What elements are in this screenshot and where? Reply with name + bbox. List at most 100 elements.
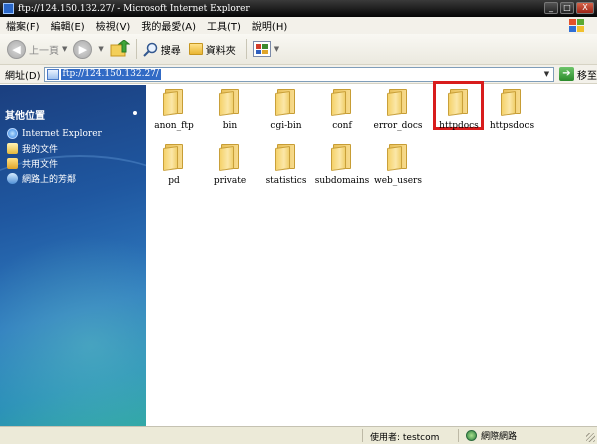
folder-label: pd bbox=[168, 176, 180, 186]
back-dropdown-icon[interactable]: ▼ bbox=[62, 45, 67, 53]
folder-label: private bbox=[213, 176, 247, 186]
status-bar: 使用者: testcom 網際網路 bbox=[0, 426, 597, 444]
maximize-button[interactable]: □ bbox=[560, 2, 574, 14]
folder-item-private[interactable]: private bbox=[202, 144, 258, 192]
go-button-label: 移至 bbox=[577, 70, 597, 82]
sidebar-item-label: 我的文件 bbox=[22, 145, 59, 155]
folder-item-cgi-bin[interactable]: cgi-bin bbox=[258, 89, 314, 137]
address-label: 網址(D) bbox=[5, 70, 41, 82]
folder-icon bbox=[163, 144, 185, 172]
folders-button[interactable]: 資料夾 bbox=[188, 42, 236, 57]
folder-label: cgi-bin bbox=[270, 121, 302, 131]
folder-icon bbox=[188, 43, 203, 55]
views-icon bbox=[252, 41, 271, 57]
folder-icon bbox=[275, 89, 297, 117]
folder-icon bbox=[387, 89, 409, 117]
folder-icon bbox=[331, 144, 353, 172]
folder-label: httpsdocs bbox=[489, 121, 535, 131]
folder-icon bbox=[219, 89, 241, 117]
folder-label: httpdocs bbox=[439, 121, 479, 131]
address-bar: 網址(D) ftp://124.150.132.27/ ▼ ➔ 移至 bbox=[0, 65, 597, 84]
folder-label: subdomains bbox=[314, 176, 370, 186]
views-button[interactable]: ▼ bbox=[252, 41, 280, 57]
menu-view[interactable]: 檢視(V) bbox=[96, 18, 131, 33]
folder-item-conf[interactable]: conf bbox=[314, 89, 370, 137]
forward-button[interactable]: ▶ ▼ bbox=[73, 39, 104, 59]
collapse-dot-icon[interactable] bbox=[133, 111, 137, 115]
folder-icon bbox=[448, 89, 470, 117]
sidebar-item-label: Internet Explorer bbox=[22, 128, 102, 139]
resize-grip[interactable] bbox=[586, 433, 595, 442]
folder-view: anon_ftp bin cgi-bin conf error_docs htt… bbox=[146, 81, 597, 426]
toolbar-separator bbox=[135, 39, 137, 59]
back-arrow-icon: ◀ bbox=[7, 39, 26, 59]
folder-label: web_users bbox=[374, 176, 422, 186]
search-icon bbox=[143, 42, 158, 57]
folder-item-web-users[interactable]: web_users bbox=[370, 144, 426, 192]
folder-item-subdomains[interactable]: subdomains bbox=[314, 144, 370, 192]
sidebar-item-label: 網路上的芳鄰 bbox=[22, 175, 77, 185]
search-button[interactable]: 搜尋 bbox=[143, 42, 181, 57]
windows-logo-icon bbox=[567, 17, 587, 33]
menu-file[interactable]: 檔案(F) bbox=[6, 18, 40, 33]
folder-item-httpsdocs[interactable]: httpsdocs bbox=[484, 89, 540, 137]
folders-button-label: 資料夾 bbox=[205, 45, 236, 57]
ftp-site-icon bbox=[46, 68, 59, 80]
go-button[interactable]: ➔ 移至 bbox=[559, 67, 597, 82]
address-value[interactable]: ftp://124.150.132.27/ bbox=[60, 68, 161, 80]
folder-icon bbox=[387, 144, 409, 172]
forward-dropdown-icon[interactable]: ▼ bbox=[98, 45, 103, 53]
other-places-list: Internet Explorer 我的文件 共用文件 網路上的芳鄰 bbox=[7, 126, 102, 186]
go-arrow-icon: ➔ bbox=[559, 67, 574, 81]
folder-icon bbox=[219, 144, 241, 172]
views-dropdown-icon: ▼ bbox=[273, 45, 280, 53]
sidebar-item-network-places[interactable]: 網路上的芳鄰 bbox=[7, 171, 102, 186]
sidebar-item-internet-explorer[interactable]: Internet Explorer bbox=[7, 126, 102, 141]
close-button[interactable]: X bbox=[576, 2, 594, 14]
folder-item-error-docs[interactable]: error_docs bbox=[370, 89, 426, 137]
menu-favorites[interactable]: 我的最愛(A) bbox=[141, 18, 196, 33]
network-places-icon bbox=[7, 173, 18, 184]
folder-item-bin[interactable]: bin bbox=[202, 89, 258, 137]
zone-label: 網際網路 bbox=[481, 432, 518, 442]
sidebar-item-shared-documents[interactable]: 共用文件 bbox=[7, 156, 102, 171]
folder-label: anon_ftp bbox=[154, 121, 194, 131]
folder-item-anon-ftp[interactable]: anon_ftp bbox=[146, 89, 202, 137]
folder-label: bin bbox=[222, 121, 238, 131]
sidebar-item-label: 共用文件 bbox=[22, 160, 59, 170]
folder-item-httpdocs[interactable]: httpdocs bbox=[431, 89, 487, 137]
other-places-header[interactable]: 其他位置 bbox=[5, 107, 45, 122]
folder-item-pd[interactable]: pd bbox=[146, 144, 202, 192]
menu-bar: 檔案(F) 編輯(E) 檢視(V) 我的最愛(A) 工具(T) 說明(H) bbox=[0, 17, 597, 34]
ie-window-icon bbox=[3, 3, 14, 14]
menu-edit[interactable]: 編輯(E) bbox=[51, 18, 85, 33]
ie-icon bbox=[7, 128, 18, 139]
my-documents-icon bbox=[7, 143, 18, 154]
sidebar-decoration bbox=[0, 235, 146, 426]
folder-icon bbox=[331, 89, 353, 117]
toolbar-separator bbox=[245, 39, 247, 59]
sidebar-item-my-documents[interactable]: 我的文件 bbox=[7, 141, 102, 156]
address-input[interactable]: ftp://124.150.132.27/ ▼ bbox=[43, 66, 554, 82]
security-zone[interactable]: 網際網路 bbox=[466, 429, 517, 442]
menu-tools[interactable]: 工具(T) bbox=[207, 18, 241, 33]
window-controls: _ □ X bbox=[544, 2, 594, 14]
minimize-button[interactable]: _ bbox=[544, 2, 558, 14]
up-folder-button[interactable] bbox=[110, 39, 131, 58]
menu-help[interactable]: 說明(H) bbox=[252, 18, 287, 33]
forward-arrow-icon: ▶ bbox=[73, 39, 93, 59]
toolbar: ◀ 上一頁 ▼ ▶ ▼ 搜尋 資料夾 ▼ bbox=[0, 34, 597, 65]
up-folder-icon bbox=[110, 39, 131, 57]
status-user: 使用者: testcom bbox=[370, 433, 440, 443]
shared-documents-icon bbox=[7, 158, 18, 169]
internet-zone-icon bbox=[466, 430, 477, 441]
address-dropdown-icon[interactable]: ▼ bbox=[540, 68, 553, 81]
search-button-label: 搜尋 bbox=[160, 45, 181, 57]
back-button-label: 上一頁 bbox=[29, 45, 59, 57]
folder-label: conf bbox=[332, 121, 352, 131]
folder-label: statistics bbox=[265, 176, 307, 186]
folder-icon bbox=[275, 144, 297, 172]
title-bar[interactable]: ftp://124.150.132.27/ - Microsoft Intern… bbox=[0, 0, 597, 17]
folder-item-statistics[interactable]: statistics bbox=[258, 144, 314, 192]
back-button[interactable]: ◀ 上一頁 ▼ bbox=[7, 39, 67, 59]
